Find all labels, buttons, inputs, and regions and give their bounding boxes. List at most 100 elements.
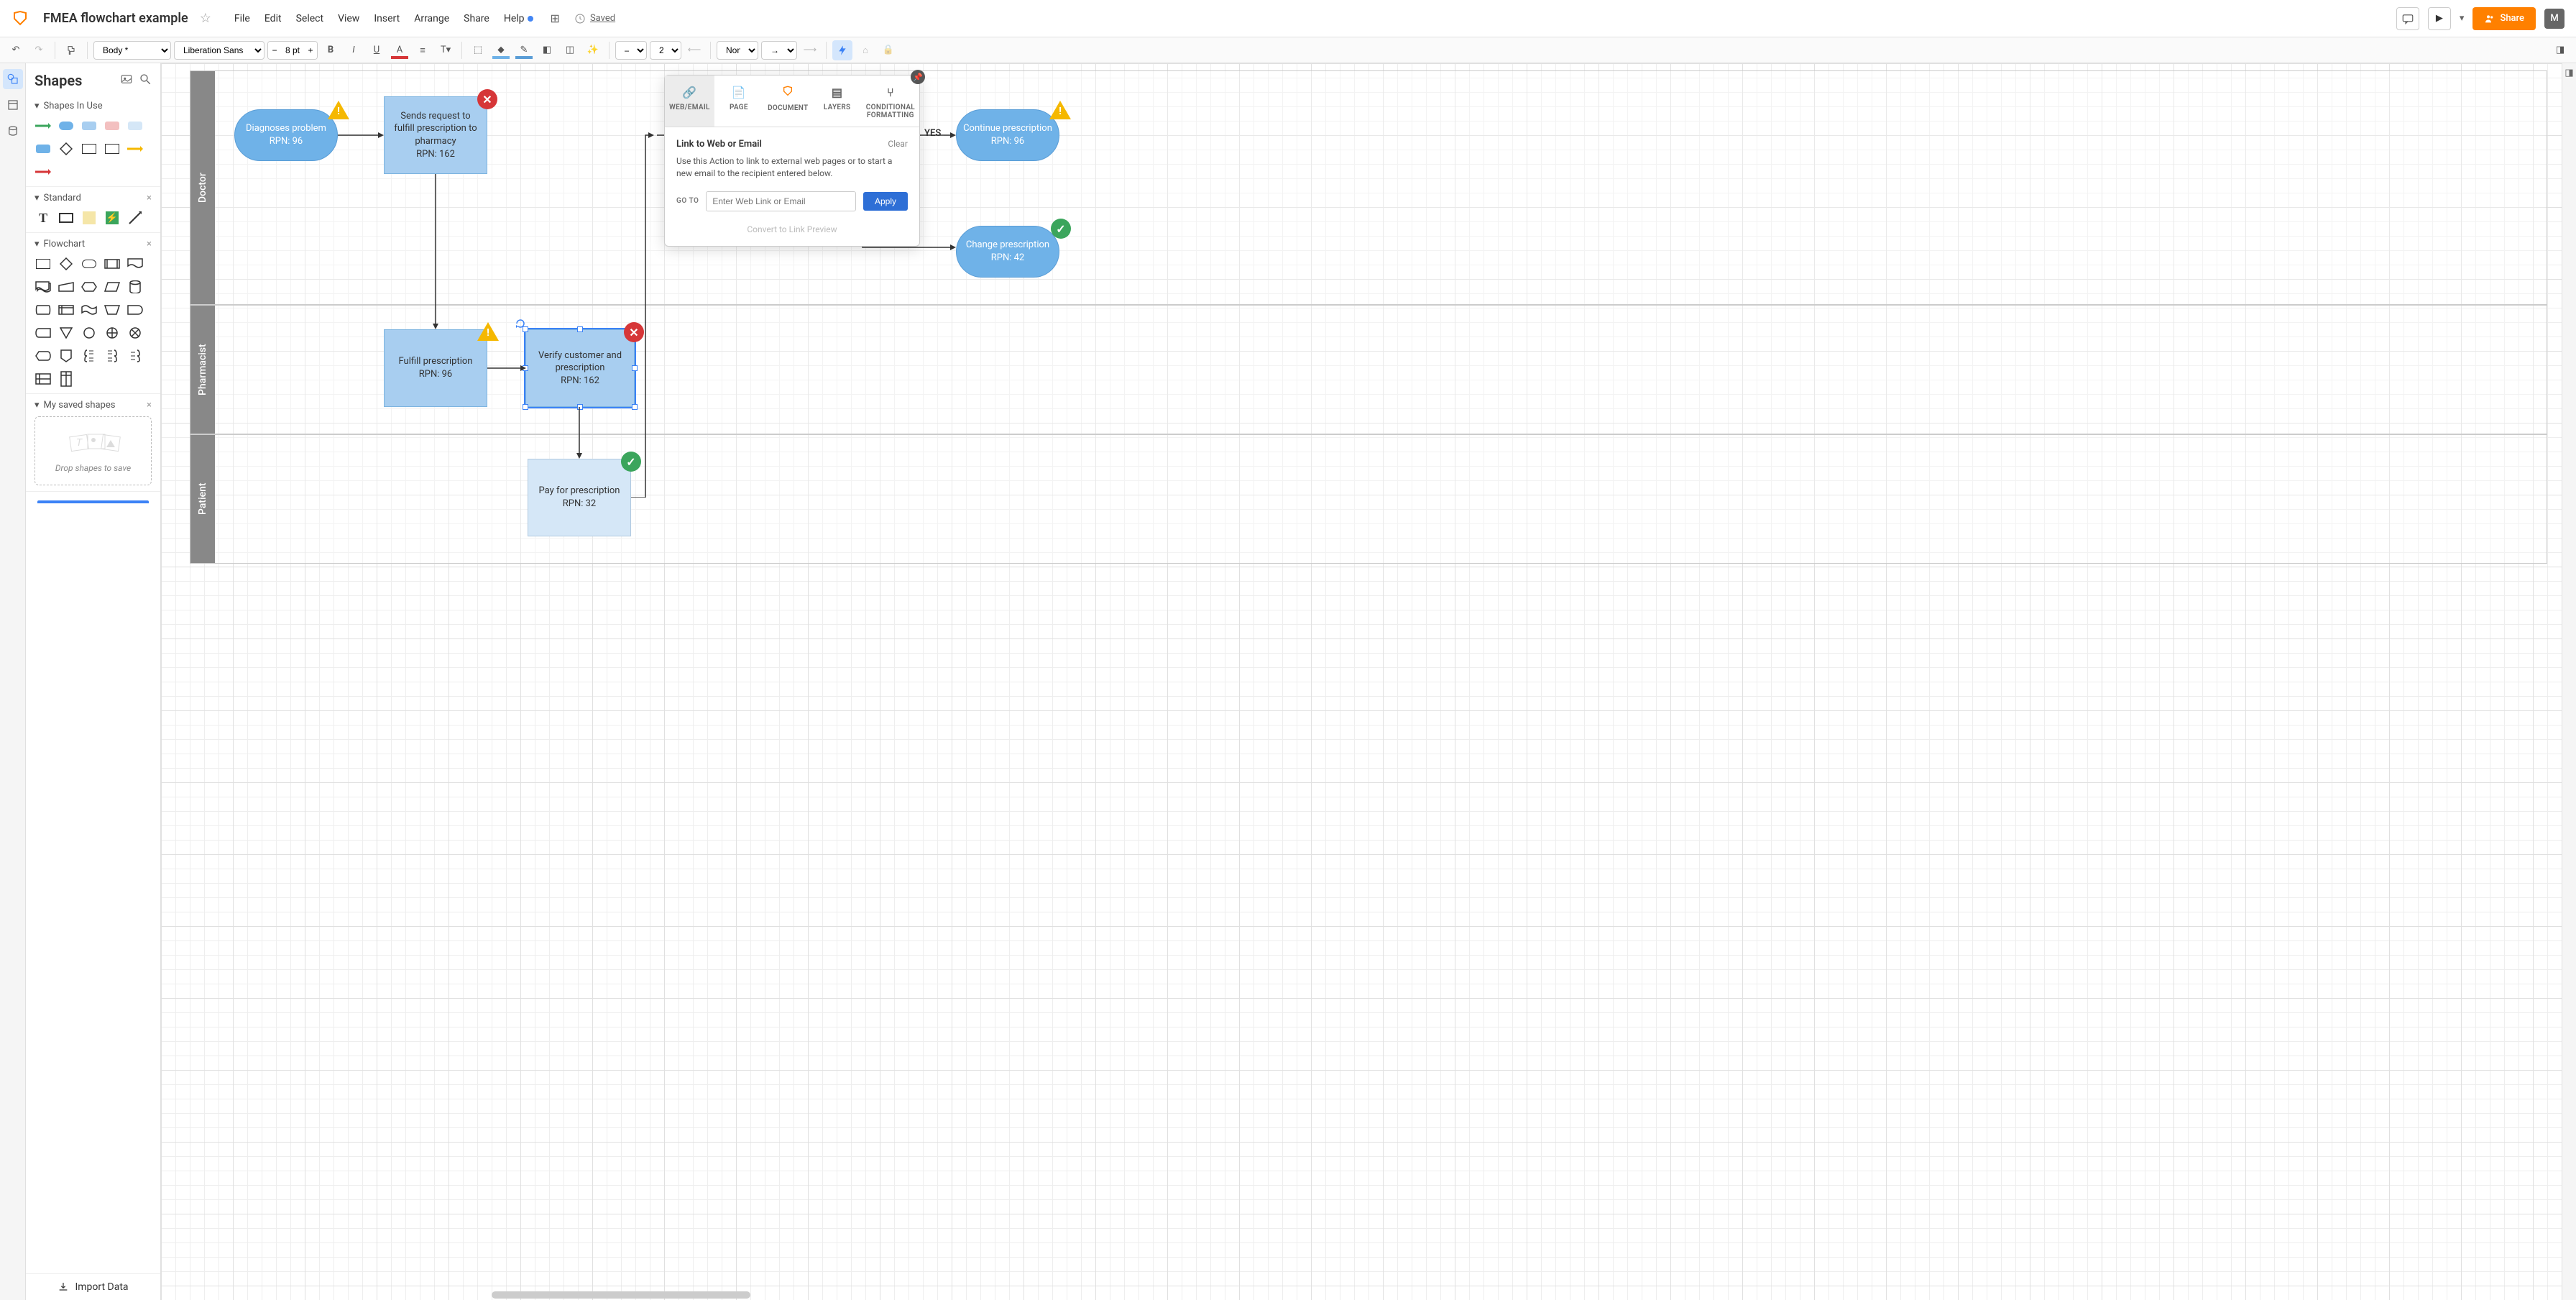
bold-button[interactable]: B [321,40,341,60]
line-width-select[interactable]: 2 px [650,41,681,60]
shape-line[interactable] [126,209,144,226]
comment-icon[interactable] [2396,7,2419,30]
convert-link-preview[interactable]: Convert to Link Preview [676,224,908,234]
fc-internal[interactable] [58,301,75,319]
lock2-button[interactable]: 🔒 [878,40,898,60]
fc-terminator[interactable] [80,255,98,273]
line-start-button[interactable]: ⟵ [684,40,704,60]
shapes-tool-icon[interactable] [3,69,23,89]
node-pay[interactable]: Pay for prescriptionRPN: 32 [528,459,631,536]
shape-decision[interactable] [58,140,75,157]
align-button[interactable]: ≡ [413,40,433,60]
fc-display[interactable] [34,347,52,365]
fc-stored[interactable] [34,324,52,342]
tab-page[interactable]: 📄PAGE [714,75,763,127]
action-button[interactable] [832,40,852,60]
tab-document[interactable]: DOCUMENT [763,75,812,127]
container-tool-icon[interactable] [3,95,23,115]
node-diagnoses[interactable]: Diagnoses problemRPN: 96 [234,109,338,161]
menu-edit[interactable]: Edit [259,10,288,27]
fc-tape[interactable] [80,301,98,319]
fc-multidoc[interactable] [34,278,52,296]
font-size-decrease[interactable]: − [268,42,281,59]
font-size-stepper[interactable]: − + [267,41,318,60]
fc-summing[interactable] [126,324,144,342]
underline-button[interactable]: U [367,40,387,60]
pin-icon[interactable]: 📌 [911,70,925,84]
line-style-select[interactable]: ——— [615,41,647,60]
import-data-button[interactable]: Import Data [26,1273,160,1300]
shape-options-button[interactable]: ◫ [560,40,580,60]
shape-terminator[interactable] [58,117,75,134]
section-header-saved[interactable]: ▾ My saved shapes× [34,400,152,411]
section-header-standard[interactable]: ▾ Standard× [34,193,152,203]
shape-arrow-green[interactable] [34,117,52,134]
fc-process[interactable] [34,255,52,273]
selection-handle[interactable] [523,365,528,371]
right-panel-toggle-icon[interactable]: ◨ [2564,68,2573,78]
shape-process-blue[interactable] [80,117,98,134]
fc-swimlane-v[interactable] [58,370,75,388]
data-tool-icon[interactable] [3,121,23,141]
tab-web-email[interactable]: 🔗WEB/EMAIL [665,75,714,127]
line-end-button[interactable]: ⟶ [800,40,820,60]
font-family-select[interactable]: Body * [93,41,171,60]
menu-help[interactable]: Help [498,10,539,27]
menu-arrange[interactable]: Arrange [408,10,455,27]
fill-color-button[interactable] [491,40,511,60]
node-change[interactable]: Change prescriptionRPN: 42 [956,226,1059,278]
fc-offpage[interactable] [58,347,75,365]
image-icon[interactable] [120,73,133,88]
fc-manual[interactable] [104,301,121,319]
saved-shapes-dropzone[interactable]: T Drop shapes to save [34,416,152,485]
menu-insert[interactable]: Insert [368,10,405,27]
fc-decision[interactable] [58,255,75,273]
fc-note-brace[interactable] [126,347,144,365]
section-header-flowchart[interactable]: ▾ Flowchart× [34,239,152,250]
shape-arrow-yellow[interactable] [126,140,144,157]
fc-document[interactable] [126,255,144,273]
font-name-select[interactable]: Liberation Sans [174,41,264,60]
shape-note[interactable] [80,209,98,226]
apply-button[interactable]: Apply [863,192,908,211]
search-icon[interactable] [139,73,152,88]
shape-button[interactable]: ⬚ [468,40,488,60]
fc-merge[interactable] [58,324,75,342]
selection-handle[interactable] [632,404,638,410]
tab-layers[interactable]: ▤LAYERS [812,75,861,127]
shape-style-button[interactable]: ◧ [537,40,557,60]
border-color-button[interactable]: ✎ [514,40,534,60]
fc-preparation[interactable] [80,278,98,296]
fc-connector[interactable] [80,324,98,342]
selection-handle[interactable] [632,365,638,371]
fc-delay[interactable] [126,301,144,319]
node-continue[interactable]: Continue prescriptionRPN: 96 [956,109,1059,161]
close-icon[interactable]: × [147,239,152,250]
menu-view[interactable]: View [332,10,365,27]
fc-brace-left[interactable] [104,347,121,365]
tab-conditional[interactable]: ⑂CONDITIONAL FORMATTING [862,75,919,127]
fc-swimlane-h[interactable] [34,370,52,388]
close-icon[interactable]: × [147,193,152,203]
menu-share[interactable]: Share [458,10,495,27]
magic-button[interactable]: ✨ [583,40,603,60]
font-size-input[interactable] [281,42,304,59]
panel-toggle-button[interactable]: ◨ [2550,40,2570,60]
fc-predefined[interactable] [104,255,121,273]
shape-process-pink[interactable] [104,117,121,134]
fc-direct[interactable] [34,301,52,319]
fc-or[interactable] [104,324,121,342]
shape-rect2[interactable] [104,140,121,157]
present-dropdown-icon[interactable]: ▾ [2460,13,2465,24]
fill-none-select[interactable]: None [717,41,758,60]
swimlane-doctor[interactable]: Doctor [190,70,2547,305]
fc-input[interactable] [58,278,75,296]
fc-data[interactable] [104,278,121,296]
shape-arrow-red[interactable] [34,163,52,180]
menu-file[interactable]: File [229,10,256,27]
integrations-icon[interactable]: ⊞ [551,12,560,25]
horizontal-scrollbar[interactable] [492,1291,750,1299]
redo-button[interactable]: ↷ [29,40,49,60]
link-input[interactable] [706,191,856,211]
rotate-handle-icon[interactable] [515,318,526,329]
